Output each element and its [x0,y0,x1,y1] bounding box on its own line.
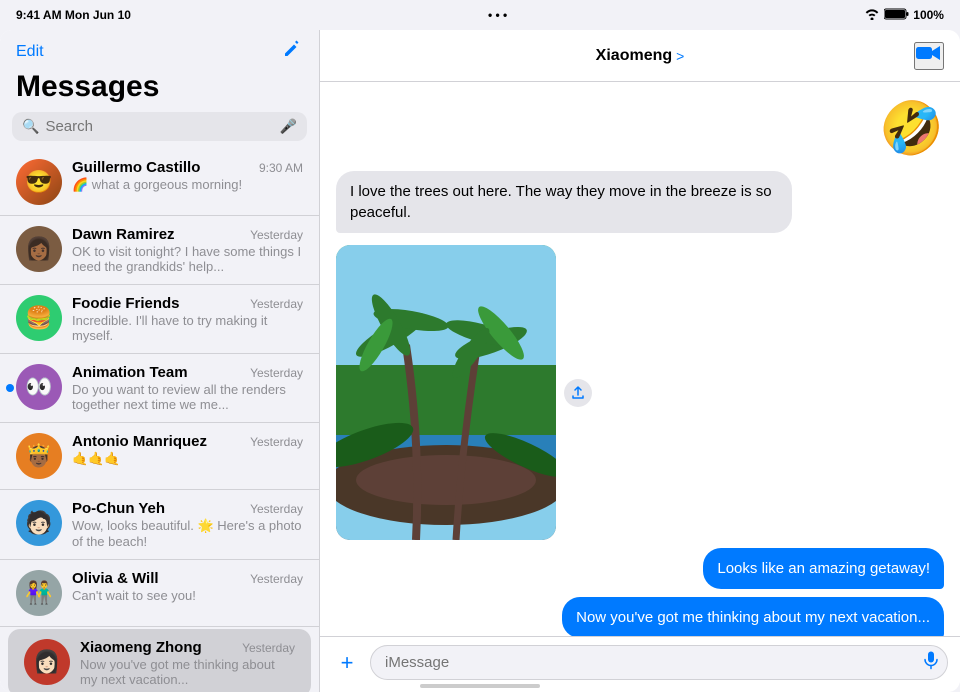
message-bubble: I love the trees out here. The way they … [336,171,792,233]
sidebar-title: Messages [0,70,319,112]
message-bubble-out-1: Looks like an amazing getaway! [703,548,944,589]
conv-name-dr: Dawn Ramirez [72,226,175,243]
avatar-ff: 🍔 [16,295,62,341]
status-time: 9:41 AM Mon Jun 10 [16,8,131,22]
conv-time-am: Yesterday [250,435,303,449]
conversation-item-py[interactable]: 🧑🏻 Po-Chun Yeh Yesterday Wow, looks beau… [0,490,319,560]
mic-icon: 🎤 [280,118,297,135]
battery-icon [884,8,909,23]
input-wrapper [370,645,948,680]
message-incoming-text: I love the trees out here. The way they … [336,171,792,233]
conversation-item-am[interactable]: 🤴🏾 Antonio Manriquez Yesterday 🤙🤙🤙 [0,423,319,490]
chat-title-area[interactable]: Xiaomeng > [596,47,685,65]
conversation-item-at[interactable]: 👀 Animation Team Yesterday Do you want t… [0,354,319,423]
conversation-item-xz[interactable]: 👩🏻 Xiaomeng Zhong Yesterday Now you've g… [8,629,311,692]
conv-time-xz: Yesterday [242,641,295,655]
photo-image [336,245,556,540]
status-dots: • • • [488,8,507,22]
chat-input-area: + [320,636,960,692]
conv-content-gc: Guillermo Castillo 9:30 AM 🌈 what a gorg… [72,159,303,193]
message-outgoing-1: Looks like an amazing getaway! [703,548,944,589]
avatar-am: 🤴🏾 [16,433,62,479]
search-bar: 🔍 🎤 [12,112,307,141]
conv-time-at: Yesterday [250,366,303,380]
avatar-at: 👀 [16,364,62,410]
compose-button[interactable] [281,38,303,66]
share-button[interactable] [564,379,592,407]
message-input[interactable] [370,645,948,680]
conv-time-gc: 9:30 AM [259,161,303,175]
search-input[interactable] [45,118,273,135]
avatar-gc: 😎 [16,159,62,205]
conv-preview-at: Do you want to review all the renders to… [72,382,303,412]
conv-time-ow: Yesterday [250,572,303,586]
edit-button[interactable]: Edit [16,43,44,61]
conv-preview-dr: OK to visit tonight? I have some things … [72,244,303,274]
conv-name-gc: Guillermo Castillo [72,159,200,176]
photo-message[interactable] [336,245,556,540]
video-call-button[interactable] [914,42,944,70]
conv-content-ff: Foodie Friends Yesterday Incredible. I'l… [72,295,303,343]
conv-name-ff: Foodie Friends [72,295,180,312]
status-bar: 9:41 AM Mon Jun 10 • • • 100% [0,0,960,30]
status-indicators: 100% [864,8,944,23]
reaction-emoji: 🤣 [879,98,944,159]
sidebar: Edit Messages 🔍 🎤 😎 Guillermo Castillo 9… [0,30,320,692]
chat-area: Xiaomeng > 🤣 I love the trees out here. … [320,30,960,692]
conversation-item-gc[interactable]: 😎 Guillermo Castillo 9:30 AM 🌈 what a go… [0,149,319,216]
avatar-xz: 👩🏻 [24,639,70,685]
conv-preview-xz: Now you've got me thinking about my next… [80,657,295,687]
conv-content-am: Antonio Manriquez Yesterday 🤙🤙🤙 [72,433,303,467]
conv-name-am: Antonio Manriquez [72,433,207,450]
conversation-list: 😎 Guillermo Castillo 9:30 AM 🌈 what a go… [0,149,319,692]
search-icon: 🔍 [22,118,39,135]
add-attachment-button[interactable]: + [332,648,362,678]
conv-name-xz: Xiaomeng Zhong [80,639,202,656]
home-indicator [420,684,540,688]
conv-content-xz: Xiaomeng Zhong Yesterday Now you've got … [80,639,295,687]
battery-percent: 100% [913,8,944,22]
conv-time-ff: Yesterday [250,297,303,311]
avatar-dr: 👩🏾 [16,226,62,272]
avatar-py: 🧑🏻 [16,500,62,546]
conv-preview-gc: 🌈 what a gorgeous morning! [72,177,303,193]
conv-time-dr: Yesterday [250,228,303,242]
conv-time-py: Yesterday [250,502,303,516]
message-bubble-out-2: Now you've got me thinking about my next… [562,597,944,636]
chevron-icon: > [676,48,684,64]
conv-preview-am: 🤙🤙🤙 [72,451,303,467]
conversation-item-dr[interactable]: 👩🏾 Dawn Ramirez Yesterday OK to visit to… [0,216,319,285]
conv-preview-ow: Can't wait to see you! [72,588,303,603]
conv-name-py: Po-Chun Yeh [72,500,165,517]
conv-name-ow: Olivia & Will [72,570,159,587]
mic-input-icon[interactable] [924,651,938,674]
chat-header: Xiaomeng > [320,30,960,82]
conversation-item-ff[interactable]: 🍔 Foodie Friends Yesterday Incredible. I… [0,285,319,354]
conv-name-at: Animation Team [72,364,188,381]
conv-preview-py: Wow, looks beautiful. 🌟 Here's a photo o… [72,518,303,549]
conv-content-dr: Dawn Ramirez Yesterday OK to visit tonig… [72,226,303,274]
conversation-item-ow[interactable]: 👫 Olivia & Will Yesterday Can't wait to … [0,560,319,627]
app-container: Edit Messages 🔍 🎤 😎 Guillermo Castillo 9… [0,30,960,692]
avatar-ow: 👫 [16,570,62,616]
conv-content-py: Po-Chun Yeh Yesterday Wow, looks beautif… [72,500,303,549]
conv-content-ow: Olivia & Will Yesterday Can't wait to se… [72,570,303,603]
chat-messages: 🤣 I love the trees out here. The way the… [320,82,960,636]
conv-preview-ff: Incredible. I'll have to try making it m… [72,313,303,343]
sidebar-header: Edit [0,30,319,70]
conv-content-at: Animation Team Yesterday Do you want to … [72,364,303,412]
chat-contact-name: Xiaomeng [596,47,672,65]
message-outgoing-2: Now you've got me thinking about my next… [562,597,944,636]
wifi-icon [864,8,880,23]
